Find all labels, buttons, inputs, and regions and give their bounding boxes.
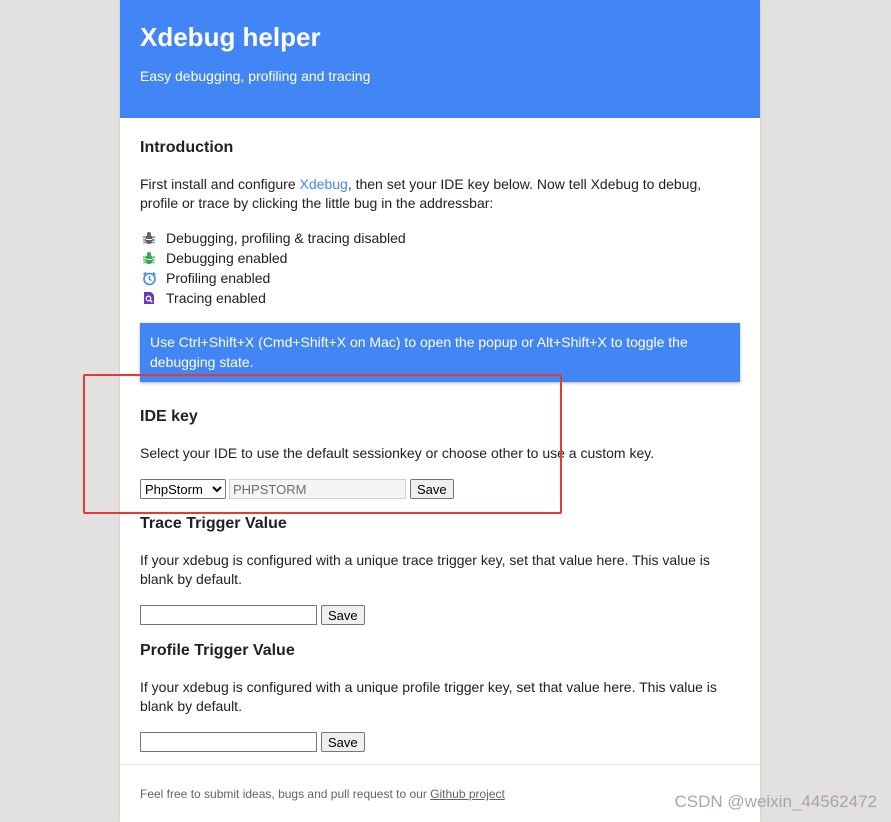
introduction-heading: Introduction: [140, 139, 234, 156]
legend-label: Debugging, profiling & tracing disabled: [166, 229, 406, 246]
page-title: Xdebug helper: [140, 22, 321, 52]
legend-item-debugging: Debugging enabled: [140, 248, 740, 268]
legend-item-disabled: Debugging, profiling & tracing disabled: [140, 228, 740, 248]
trace-trigger-input[interactable]: [140, 605, 317, 625]
footer-text: Feel free to submit ideas, bugs and pull…: [140, 787, 431, 801]
profile-trigger-section: Profile Trigger Value If your xdebug is …: [140, 641, 740, 753]
xdebug-link[interactable]: Xdebug: [300, 176, 348, 192]
ide-key-save-button[interactable]: Save: [410, 479, 454, 499]
profile-trigger-form: Save: [140, 731, 740, 753]
ide-key-input[interactable]: [229, 479, 406, 499]
profile-trigger-heading: Profile Trigger Value: [140, 642, 295, 659]
page-footer: Feel free to submit ideas, bugs and pull…: [120, 764, 760, 801]
ide-key-section: IDE key Select your IDE to use the defau…: [140, 407, 740, 500]
trace-trigger-save-button[interactable]: Save: [321, 605, 365, 625]
trace-purple-icon: [140, 289, 158, 307]
legend-item-tracing: Tracing enabled: [140, 288, 740, 308]
page-subtitle: Easy debugging, profiling and tracing: [140, 68, 371, 84]
watermark: CSDN @weixin_44562472: [674, 792, 877, 811]
trace-trigger-heading: Trace Trigger Value: [140, 515, 287, 532]
intro-text-part: First install and configure: [140, 176, 300, 192]
introduction-section: Introduction First install and configure…: [140, 138, 740, 382]
shortcut-tip: Use Ctrl+Shift+X (Cmd+Shift+X on Mac) to…: [140, 323, 740, 382]
trace-trigger-form: Save: [140, 604, 740, 626]
ide-key-description: Select your IDE to use the default sessi…: [140, 445, 655, 461]
legend-label: Debugging enabled: [166, 249, 288, 266]
ide-select[interactable]: PhpStorm: [140, 479, 226, 499]
legend-label: Profiling enabled: [166, 269, 271, 286]
bug-gray-icon: [140, 229, 158, 247]
status-legend: Debugging, profiling & tracing disabled …: [140, 228, 740, 308]
github-project-link[interactable]: Github project: [430, 787, 505, 801]
main-content: Introduction First install and configure…: [120, 118, 760, 753]
options-page: Xdebug helper Easy debugging, profiling …: [120, 0, 760, 822]
profile-trigger-input[interactable]: [140, 732, 317, 752]
bug-green-icon: [140, 249, 158, 267]
ide-key-heading: IDE key: [140, 408, 198, 425]
profile-trigger-description: If your xdebug is configured with a uniq…: [140, 679, 717, 714]
clock-blue-icon: [140, 269, 158, 287]
trace-trigger-description: If your xdebug is configured with a uniq…: [140, 552, 710, 587]
ide-key-form: PhpStorm Save: [140, 478, 740, 500]
trace-trigger-section: Trace Trigger Value If your xdebug is co…: [140, 514, 740, 626]
legend-item-profiling: Profiling enabled: [140, 268, 740, 288]
introduction-text: First install and configure Xdebug, then…: [140, 175, 740, 213]
legend-label: Tracing enabled: [166, 289, 266, 306]
profile-trigger-save-button[interactable]: Save: [321, 732, 365, 752]
page-header: Xdebug helper Easy debugging, profiling …: [120, 0, 760, 118]
